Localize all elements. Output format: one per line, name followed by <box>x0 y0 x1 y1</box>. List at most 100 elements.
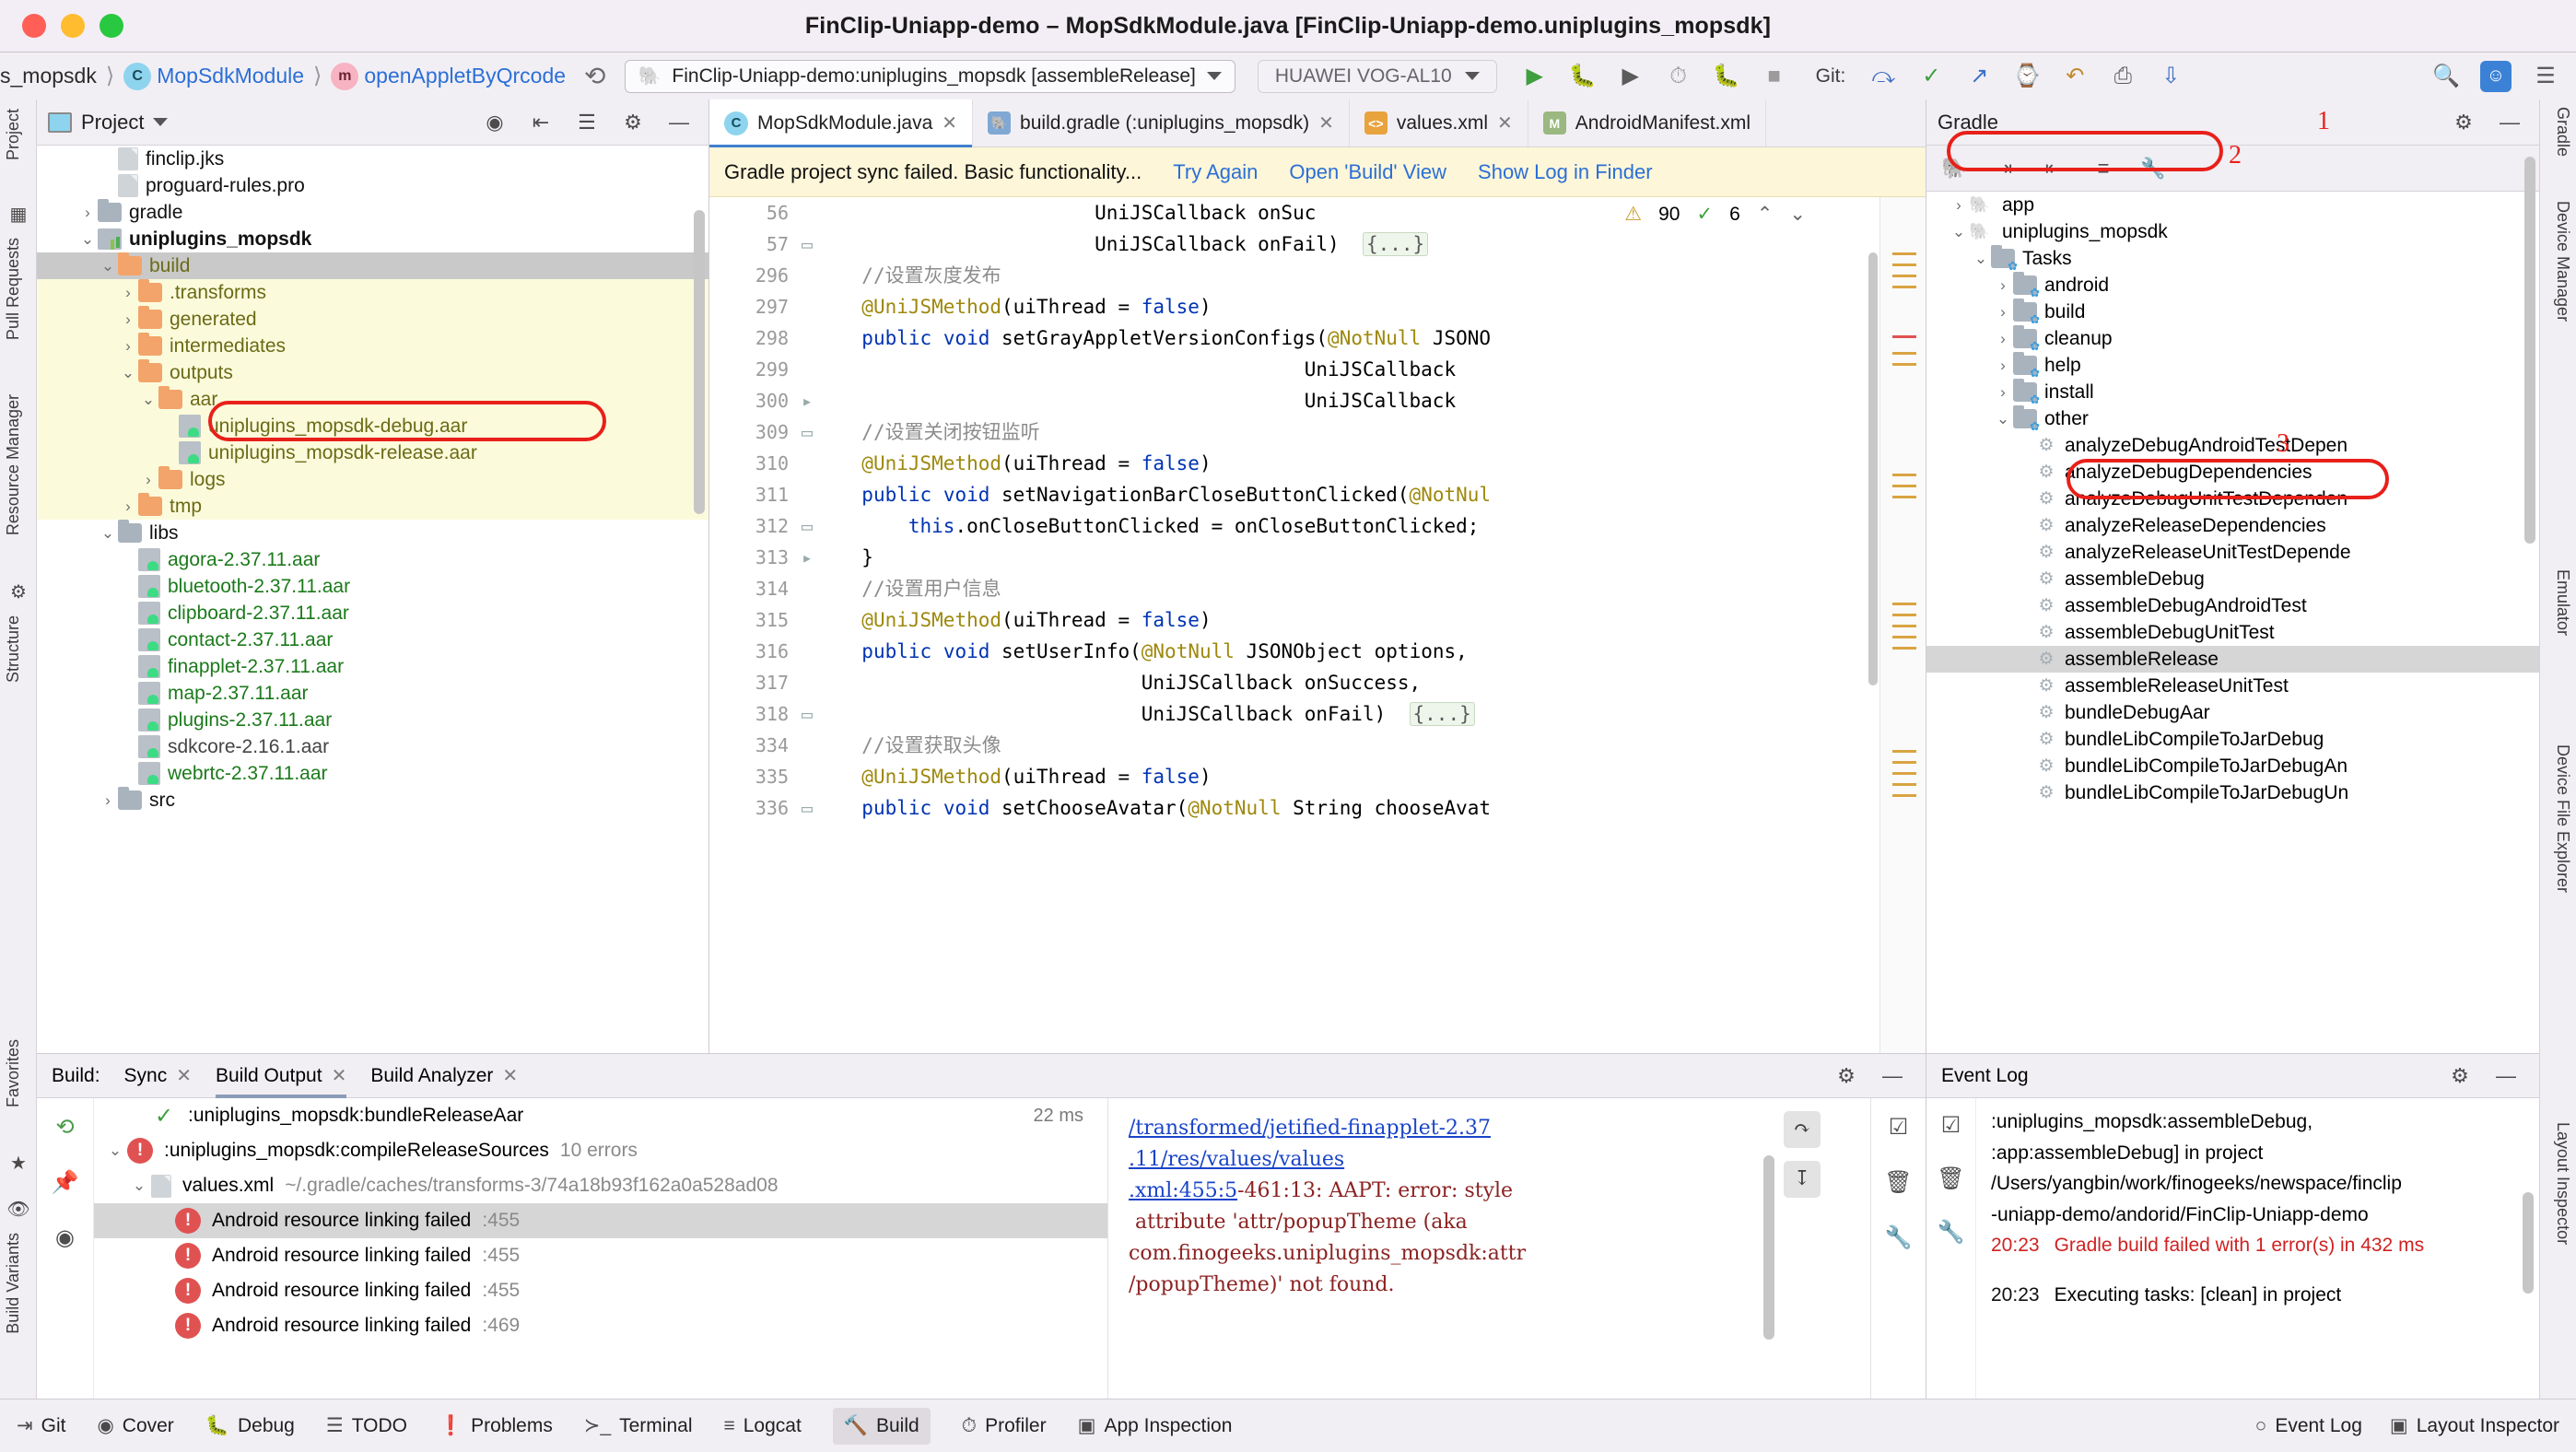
navigate-back-icon[interactable]: ⟲ <box>584 61 605 91</box>
show-log-in-finder-link[interactable]: Show Log in Finder <box>1478 160 1653 184</box>
gradle-tree-row[interactable]: ⚙assembleRelease <box>1926 646 2539 673</box>
build-tab-build-output[interactable]: Build Output ✕ <box>216 1054 346 1098</box>
sidebar-tab-structure[interactable]: Structure <box>4 615 33 683</box>
project-tree-row[interactable]: map-2.37.11.aar <box>37 680 708 707</box>
project-tree-row[interactable]: ⌄uniplugins_mopsdk <box>37 226 708 252</box>
error-link-part2[interactable]: .11/res/values/values <box>1129 1148 1344 1171</box>
rerun-icon[interactable]: ⟲ <box>50 1111 81 1142</box>
project-tree-row[interactable]: ⌄libs <box>37 520 708 546</box>
build-output-row[interactable]: ✓:uniplugins_mopsdk:bundleReleaseAar22 m… <box>94 1098 1107 1133</box>
fold-marker[interactable] <box>802 636 835 667</box>
expand-toggle-icon[interactable]: ⌄ <box>1949 223 1969 241</box>
project-tree-row[interactable]: webrtc-2.37.11.aar <box>37 760 708 787</box>
expand-toggle-icon[interactable]: › <box>138 471 158 489</box>
run-with-coverage-icon[interactable]: ▶︎ <box>1617 63 1645 90</box>
project-scrollbar[interactable] <box>694 210 705 514</box>
close-icon[interactable]: ✕ <box>176 1054 192 1098</box>
profiler-icon[interactable]: ⏱ <box>1665 63 1692 90</box>
code-line[interactable]: //设置关闭按钮监听 <box>838 416 1879 448</box>
expand-toggle-icon[interactable]: › <box>1993 276 2013 295</box>
inspection-widget[interactable]: ⚠ 90 ✓ 6 ⌃ ⌄ <box>1624 203 1806 226</box>
gradle-tree-row[interactable]: ⚙analyzeDebugAndroidTestDepen <box>1926 432 2539 459</box>
close-icon[interactable]: ✕ <box>942 111 957 135</box>
fold-gutter[interactable]: ▭▸▭▭▸▭▭ <box>802 197 835 1053</box>
fold-marker[interactable] <box>802 322 835 354</box>
sidebar-tab-build-variants[interactable]: Build Variants <box>4 1233 33 1334</box>
event-log-entry[interactable]: /Users/yangbin/work/finogeeks/newspace/f… <box>1991 1169 2523 1199</box>
sidebar-tab-pull-requests[interactable]: Pull Requests <box>4 238 33 340</box>
event-log-entry[interactable]: -uniapp-demo/andorid/FinClip-Uniapp-demo <box>1991 1200 2523 1230</box>
expand-all-icon[interactable]: ⇥ <box>1991 156 2017 182</box>
status-item-debug[interactable]: 🐛 Debug <box>205 1415 295 1437</box>
build-output-row[interactable]: !Android resource linking failed:469 <box>94 1308 1107 1343</box>
wrench-icon[interactable]: 🔧 <box>1936 1216 1967 1247</box>
locate-file-icon[interactable]: ◉ <box>482 110 508 135</box>
collapse-all-icon[interactable]: ⇤ <box>528 110 554 135</box>
build-output-tree[interactable]: ✓:uniplugins_mopsdk:bundleReleaseAar22 m… <box>94 1098 1107 1399</box>
gradle-tree-row[interactable]: ⚙analyzeReleaseUnitTestDepende <box>1926 539 2539 566</box>
project-tree-row[interactable]: contact-2.37.11.aar <box>37 626 708 653</box>
toolbar-right[interactable]: 🔍 ☺ ☰ <box>2432 61 2559 92</box>
status-item-build[interactable]: 🔨 Build <box>833 1408 931 1445</box>
error-stripe-ruler[interactable] <box>1879 197 1926 1053</box>
gradle-tree-row[interactable]: ⚙assembleDebug <box>1926 566 2539 592</box>
tab-mopsdkmodule-java[interactable]: C MopSdkModule.java ✕ <box>709 100 973 146</box>
event-log-entry[interactable]: :app:assembleDebug] in project <box>1991 1139 2523 1168</box>
fold-marker[interactable] <box>802 604 835 636</box>
breadcrumb-item-class[interactable]: MopSdkModule <box>157 64 304 88</box>
gradle-tree-row[interactable]: ⌄🐘uniplugins_mopsdk <box>1926 218 2539 245</box>
event-log-entry[interactable]: :uniplugins_mopsdk:assembleDebug, <box>1991 1107 2523 1137</box>
event-log-entries[interactable]: :uniplugins_mopsdk:assembleDebug,:app:as… <box>1976 1098 2539 1399</box>
event-log-entry[interactable]: 20:23Gradle build failed with 1 error(s)… <box>1991 1231 2523 1260</box>
expand-toggle-icon[interactable]: ⌄ <box>1993 410 2013 428</box>
hide-panel-icon[interactable]: — <box>1879 1063 1905 1089</box>
tab-values-xml[interactable]: <> values.xml ✕ <box>1350 100 1528 146</box>
code-line[interactable]: UniJSCallback <box>838 385 1879 416</box>
gradle-tree-row[interactable]: ›android <box>1926 272 2539 299</box>
error-link-part3[interactable]: .xml:455:5 <box>1129 1179 1237 1202</box>
sdk-manager-icon[interactable]: ⇩ <box>2157 63 2184 90</box>
soft-wrap-icon[interactable]: ↷ <box>1784 1111 1821 1148</box>
expand-toggle-icon[interactable]: ⌄ <box>98 524 118 543</box>
trash-icon[interactable]: 🗑 <box>1883 1166 1914 1198</box>
project-tree-row[interactable]: ⌄aar <box>37 386 708 413</box>
expand-toggle-icon[interactable]: ⌄ <box>118 364 138 382</box>
fold-marker[interactable]: ▸ <box>802 385 835 416</box>
code-line[interactable]: UniJSCallback onSuccess, <box>838 667 1879 698</box>
project-tree-row[interactable]: proguard-rules.pro <box>37 172 708 199</box>
sidebar-tab-device-file-explorer[interactable]: Device File Explorer <box>2543 744 2572 893</box>
project-tree-row[interactable]: sdkcore-2.16.1.aar <box>37 733 708 760</box>
sidebar-tab-emulator[interactable]: Emulator <box>2543 569 2572 636</box>
filter-icon[interactable]: ◉ <box>50 1222 81 1253</box>
fold-marker[interactable] <box>802 761 835 792</box>
status-item-problems[interactable]: ❗ Problems <box>439 1415 553 1437</box>
project-tree-row[interactable]: ›src <box>37 787 708 814</box>
wrench-icon[interactable]: 🔧 <box>1883 1222 1914 1253</box>
build-tab-sync[interactable]: Sync ✕ <box>124 1054 192 1098</box>
status-item-logcat[interactable]: ≡ Logcat <box>723 1415 801 1437</box>
code-line[interactable]: public void setGrayAppletVersionConfigs(… <box>838 322 1879 354</box>
toggle-tasks-icon[interactable]: ≡ <box>2090 156 2116 182</box>
try-again-link[interactable]: Try Again <box>1173 160 1258 184</box>
gradle-tree-row[interactable]: ›install <box>1926 379 2539 405</box>
open-build-view-link[interactable]: Open 'Build' View <box>1289 160 1446 184</box>
build-tab-build-analyzer[interactable]: Build Analyzer ✕ <box>370 1054 518 1098</box>
expand-toggle-icon[interactable]: ⌄ <box>127 1177 151 1195</box>
status-item-cover[interactable]: ◉ Cover <box>97 1414 173 1437</box>
chevron-up-icon[interactable]: ⌃ <box>1757 203 1774 226</box>
project-tree[interactable]: finclip.jksproguard-rules.pro›gradle⌄uni… <box>37 146 708 1053</box>
checkbox-icon[interactable]: ☑ <box>1936 1109 1967 1141</box>
editor-tabs[interactable]: C MopSdkModule.java ✕ 🐘 build.gradle (:u… <box>709 100 1926 147</box>
device-selector[interactable]: HUAWEI VOG-AL10 <box>1258 60 1497 93</box>
gradle-tree-row[interactable]: ⚙assembleDebugUnitTest <box>1926 619 2539 646</box>
wrench-icon[interactable]: 🔧 <box>2140 156 2166 182</box>
sidebar-tab-layout-inspector[interactable]: Layout Inspector <box>2543 1122 2572 1245</box>
build-error-detail[interactable]: /transformed/jetified-finapplet-2.37 .11… <box>1107 1098 1870 1399</box>
run-configuration-selector[interactable]: 🐘 FinClip-Uniapp-demo:uniplugins_mopsdk … <box>625 60 1235 93</box>
breadcrumb[interactable]: s_mopsdk ⟩ C MopSdkModule ⟩ m openApplet… <box>0 63 566 90</box>
breadcrumb-item-module[interactable]: s_mopsdk <box>0 64 97 88</box>
hide-panel-icon[interactable]: — <box>2497 110 2523 135</box>
build-output-row[interactable]: ⌄values.xml~/.gradle/caches/transforms-3… <box>94 1168 1107 1203</box>
project-tree-row[interactable]: ›.transforms <box>37 279 708 306</box>
fold-marker[interactable] <box>802 573 835 604</box>
